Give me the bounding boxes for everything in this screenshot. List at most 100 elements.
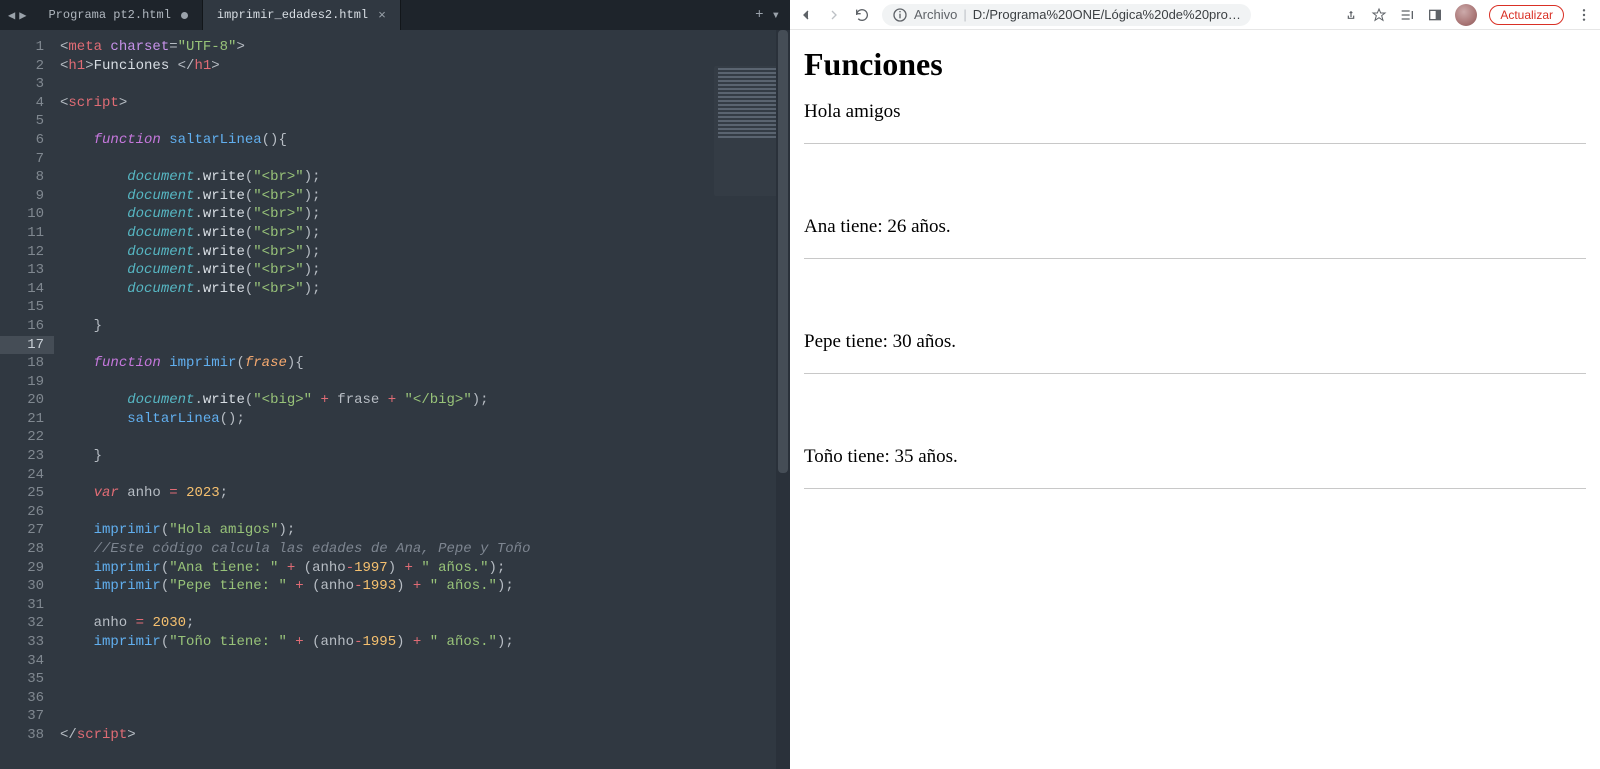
address-separator: | bbox=[963, 7, 966, 22]
code-line[interactable] bbox=[60, 466, 790, 485]
code-line[interactable] bbox=[60, 75, 790, 94]
code-line[interactable]: anho = 2030; bbox=[60, 614, 790, 633]
share-icon[interactable] bbox=[1343, 7, 1359, 23]
code-area[interactable]: 1234567891011121314151617181920212223242… bbox=[0, 30, 790, 769]
code-line[interactable]: } bbox=[60, 317, 790, 336]
tab-nav: ◀ ▶ bbox=[0, 0, 34, 30]
code-line[interactable]: function saltarLinea(){ bbox=[60, 131, 790, 150]
code-line[interactable]: <meta charset="UTF-8"> bbox=[60, 38, 790, 57]
line-number: 23 bbox=[0, 447, 44, 466]
close-tab-icon[interactable]: × bbox=[378, 8, 386, 23]
code-line[interactable]: var anho = 2023; bbox=[60, 484, 790, 503]
code-line[interactable] bbox=[60, 112, 790, 131]
line-number-gutter: 1234567891011121314151617181920212223242… bbox=[0, 30, 54, 769]
line-number: 31 bbox=[0, 596, 44, 615]
code-line[interactable]: document.write("<br>"); bbox=[60, 261, 790, 280]
forward-button[interactable] bbox=[826, 7, 842, 23]
line-number: 26 bbox=[0, 503, 44, 522]
reading-list-icon[interactable] bbox=[1399, 7, 1415, 23]
line-number: 34 bbox=[0, 652, 44, 671]
code-line[interactable] bbox=[60, 298, 790, 317]
menu-icon[interactable] bbox=[1576, 7, 1592, 23]
line-number: 18 bbox=[0, 354, 44, 373]
browser-toolbar: Archivo | D:/Programa%20ONE/Lógica%20de%… bbox=[790, 0, 1600, 30]
code-line[interactable]: document.write("<br>"); bbox=[60, 187, 790, 206]
tab-label: Programa pt2.html bbox=[48, 8, 170, 22]
line-number: 22 bbox=[0, 428, 44, 447]
code-line[interactable] bbox=[60, 373, 790, 392]
code-line[interactable]: document.write("<br>"); bbox=[60, 205, 790, 224]
code-line[interactable]: saltarLinea(); bbox=[60, 410, 790, 429]
tab-overflow-button[interactable]: ▾ bbox=[772, 7, 780, 24]
code-line[interactable]: document.write("<br>"); bbox=[60, 224, 790, 243]
code-content[interactable]: <meta charset="UTF-8"><h1>Funciones </h1… bbox=[54, 30, 790, 769]
code-line[interactable]: document.write("<br>"); bbox=[60, 280, 790, 299]
profile-avatar[interactable] bbox=[1455, 4, 1477, 26]
line-number: 3 bbox=[0, 75, 44, 94]
new-tab-button[interactable]: + bbox=[755, 7, 763, 23]
code-line[interactable] bbox=[60, 150, 790, 169]
code-line[interactable] bbox=[60, 652, 790, 671]
output-line: Pepe tiene: 30 años. bbox=[804, 331, 1586, 353]
code-line[interactable]: document.write("<big>" + frase + "</big>… bbox=[60, 391, 790, 410]
side-panel-icon[interactable] bbox=[1427, 7, 1443, 23]
code-line[interactable]: imprimir("Pepe tiene: " + (anho-1993) + … bbox=[60, 577, 790, 596]
line-number: 5 bbox=[0, 112, 44, 131]
line-number: 10 bbox=[0, 205, 44, 224]
line-number: 28 bbox=[0, 540, 44, 559]
code-line[interactable]: imprimir("Hola amigos"); bbox=[60, 521, 790, 540]
minimap[interactable] bbox=[714, 66, 784, 196]
code-line[interactable] bbox=[60, 428, 790, 447]
address-scheme-label: Archivo bbox=[914, 7, 957, 22]
code-line[interactable] bbox=[60, 503, 790, 522]
editor-scrollbar[interactable] bbox=[776, 30, 790, 769]
back-button[interactable] bbox=[798, 7, 814, 23]
code-line[interactable]: //Este código calcula las edades de Ana,… bbox=[60, 540, 790, 559]
code-line[interactable]: <script> bbox=[60, 94, 790, 113]
editor-tab[interactable]: imprimir_edades2.html× bbox=[203, 0, 401, 30]
code-line[interactable]: document.write("<br>"); bbox=[60, 243, 790, 262]
code-line[interactable] bbox=[60, 670, 790, 689]
bookmark-icon[interactable] bbox=[1371, 7, 1387, 23]
line-number: 9 bbox=[0, 187, 44, 206]
code-line[interactable]: document.write("<br>"); bbox=[60, 168, 790, 187]
scrollbar-thumb[interactable] bbox=[778, 30, 788, 473]
code-line[interactable]: imprimir("Toño tiene: " + (anho-1995) + … bbox=[60, 633, 790, 652]
code-line[interactable]: </script> bbox=[60, 726, 790, 745]
line-number: 21 bbox=[0, 410, 44, 429]
tab-nav-prev-icon[interactable]: ◀ bbox=[6, 8, 17, 23]
line-number: 1 bbox=[0, 38, 44, 57]
code-line[interactable]: <h1>Funciones </h1> bbox=[60, 57, 790, 76]
line-number: 35 bbox=[0, 670, 44, 689]
tab-bar: ◀ ▶ Programa pt2.html imprimir_edades2.ht… bbox=[0, 0, 790, 30]
line-number: 12 bbox=[0, 243, 44, 262]
address-text: D:/Programa%20ONE/Lógica%20de%20pro… bbox=[973, 7, 1241, 22]
line-number: 7 bbox=[0, 150, 44, 169]
update-button[interactable]: Actualizar bbox=[1489, 5, 1564, 25]
line-number: 36 bbox=[0, 689, 44, 708]
line-number: 2 bbox=[0, 57, 44, 76]
page-heading: Funciones bbox=[804, 46, 1586, 83]
line-number: 24 bbox=[0, 466, 44, 485]
editor-tab[interactable]: Programa pt2.html bbox=[34, 0, 202, 30]
code-line[interactable] bbox=[60, 689, 790, 708]
site-info-icon[interactable] bbox=[892, 7, 908, 23]
line-number: 32 bbox=[0, 614, 44, 633]
line-number: 16 bbox=[0, 317, 44, 336]
address-bar[interactable]: Archivo | D:/Programa%20ONE/Lógica%20de%… bbox=[882, 4, 1331, 26]
tab-controls: + ▾ bbox=[755, 0, 790, 30]
code-line[interactable]: function imprimir(frase){ bbox=[60, 354, 790, 373]
output-line: Hola amigos bbox=[804, 101, 1586, 123]
line-number: 17 bbox=[0, 336, 54, 355]
line-number: 29 bbox=[0, 559, 44, 578]
code-line[interactable] bbox=[60, 596, 790, 615]
tab-nav-next-icon[interactable]: ▶ bbox=[17, 8, 28, 23]
code-line[interactable] bbox=[60, 336, 790, 355]
reload-button[interactable] bbox=[854, 7, 870, 23]
code-line[interactable] bbox=[60, 707, 790, 726]
line-number: 15 bbox=[0, 298, 44, 317]
code-line[interactable]: } bbox=[60, 447, 790, 466]
line-number: 13 bbox=[0, 261, 44, 280]
code-line[interactable]: imprimir("Ana tiene: " + (anho-1997) + "… bbox=[60, 559, 790, 578]
editor-pane: ◀ ▶ Programa pt2.html imprimir_edades2.ht… bbox=[0, 0, 790, 769]
